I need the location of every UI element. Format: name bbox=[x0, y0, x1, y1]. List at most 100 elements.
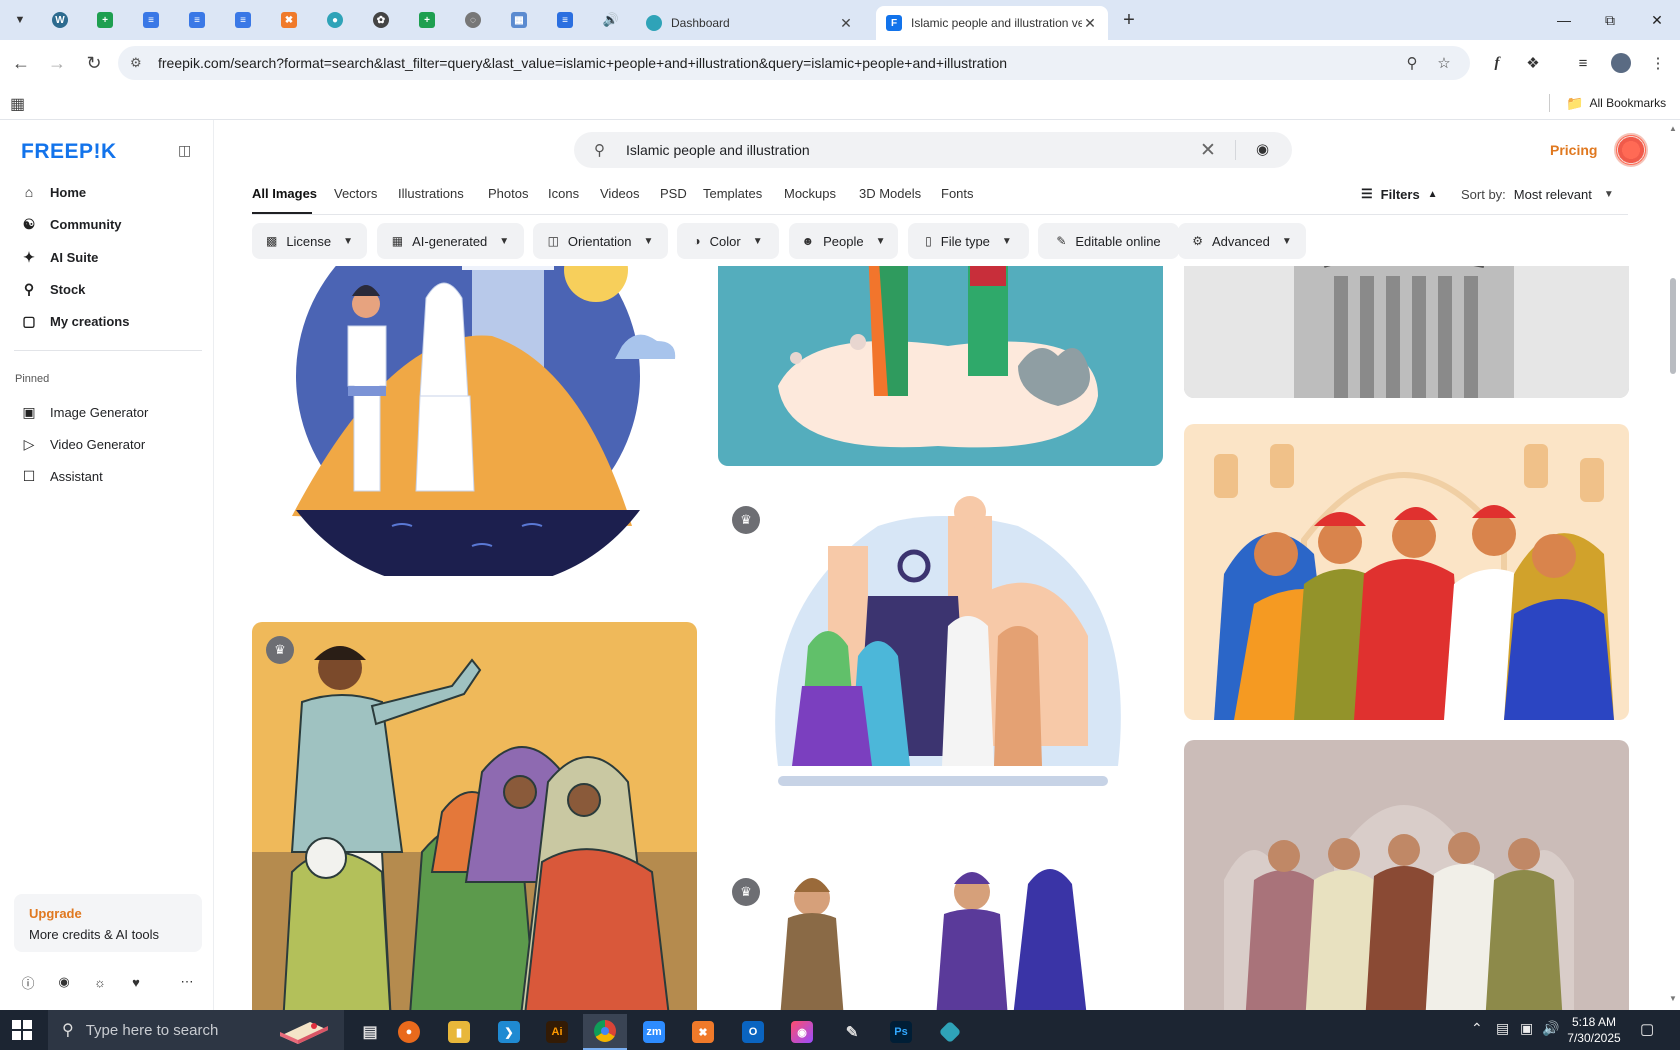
pinned-tab[interactable]: + bbox=[415, 8, 439, 32]
result-card[interactable]: ♛ bbox=[718, 864, 1163, 1010]
pen-tool-icon[interactable]: ✎ bbox=[830, 1014, 874, 1050]
tab-dashboard[interactable]: Dashboard ✕ bbox=[636, 6, 864, 40]
pinned-tab[interactable]: 🔊 bbox=[599, 8, 623, 32]
sidebar-item-ai-suite[interactable]: ✦ AI Suite bbox=[14, 242, 202, 272]
page-scrollbar[interactable]: ▲ ▼ bbox=[1666, 120, 1680, 1010]
xampp-app-icon[interactable]: ✖ bbox=[681, 1014, 725, 1050]
tab-mockups[interactable]: Mockups bbox=[784, 186, 836, 201]
freepik-logo[interactable]: FREEP!K bbox=[21, 140, 117, 164]
pinned-tab[interactable]: ● bbox=[323, 8, 347, 32]
tab-icons[interactable]: Icons bbox=[548, 186, 579, 201]
pinned-tab[interactable]: ≡ bbox=[185, 8, 209, 32]
reload-button[interactable]: ↻ bbox=[81, 50, 107, 76]
user-avatar[interactable] bbox=[1614, 133, 1648, 167]
sort-dropdown[interactable]: Sort by: Most relevant ▼ bbox=[1461, 187, 1614, 202]
sidebar-item-video-generator[interactable]: ▷ Video Generator bbox=[14, 429, 202, 459]
zoom-icon[interactable]: ⚲ bbox=[1400, 51, 1424, 75]
result-card[interactable] bbox=[252, 266, 697, 576]
notifications-icon[interactable]: ▢ bbox=[1640, 1020, 1654, 1038]
chip-orientation[interactable]: ◫ Orientation ▼ bbox=[533, 223, 668, 259]
more-options-icon[interactable]: ⋯ bbox=[177, 972, 197, 992]
chip-license[interactable]: ▩ License ▼ bbox=[252, 223, 367, 259]
file-explorer-icon[interactable]: ▮ bbox=[437, 1014, 481, 1050]
reading-list-icon[interactable]: ≡ bbox=[1570, 50, 1596, 76]
tab-fonts[interactable]: Fonts bbox=[941, 186, 974, 201]
pinned-tab[interactable]: ≡ bbox=[139, 8, 163, 32]
address-bar[interactable]: ⚙ freepik.com/search?format=search&last_… bbox=[118, 46, 1470, 80]
sidebar-item-image-generator[interactable]: ▣ Image Generator bbox=[14, 397, 202, 427]
sidebar-item-home[interactable]: ⌂ Home bbox=[14, 177, 202, 207]
tab-vectors[interactable]: Vectors bbox=[334, 186, 377, 201]
task-view-icon[interactable]: ▤ bbox=[348, 1014, 392, 1050]
help-icon[interactable]: ⓘ bbox=[18, 972, 38, 992]
close-icon[interactable]: ✕ bbox=[838, 15, 854, 31]
tab-illustrations[interactable]: Illustrations bbox=[398, 186, 464, 201]
tab-psd[interactable]: PSD bbox=[660, 186, 687, 201]
all-bookmarks-button[interactable]: 📁 All Bookmarks bbox=[1566, 92, 1666, 114]
tray-chevron-up-icon[interactable]: ⌃ bbox=[1471, 1020, 1483, 1037]
chip-advanced[interactable]: ⚙ Advanced ▼ bbox=[1178, 223, 1306, 259]
close-icon[interactable]: ✕ bbox=[1082, 15, 1098, 31]
camera-search-icon[interactable]: ◉ bbox=[1256, 140, 1269, 158]
result-card[interactable] bbox=[1184, 740, 1629, 1010]
search-bar[interactable]: ⚲ Islamic people and illustration ✕ ◉ bbox=[574, 132, 1292, 168]
filters-button[interactable]: ☰ Filters ▲ bbox=[1361, 186, 1438, 202]
notifications-bell-icon[interactable]: ♥ bbox=[126, 972, 146, 992]
tray-app-icon[interactable]: ▤ bbox=[1496, 1020, 1509, 1037]
discord-icon[interactable]: ◉ bbox=[54, 972, 74, 992]
pinned-tab[interactable]: ≡ bbox=[231, 8, 255, 32]
scroll-up-arrow-icon[interactable]: ▲ bbox=[1669, 124, 1677, 133]
apps-grid-icon[interactable]: ▦ bbox=[10, 94, 28, 113]
sidebar-item-community[interactable]: ☯ Community bbox=[14, 209, 202, 239]
vscode-icon[interactable]: ❯ bbox=[487, 1014, 531, 1050]
clear-search-icon[interactable]: ✕ bbox=[1200, 139, 1216, 162]
zoom-app-icon[interactable]: zm bbox=[632, 1014, 676, 1050]
outlook-icon[interactable]: O bbox=[731, 1014, 775, 1050]
tab-videos[interactable]: Videos bbox=[600, 186, 640, 201]
sidebar-item-assistant[interactable]: ☐ Assistant bbox=[14, 461, 202, 491]
app-shortcut-icon[interactable] bbox=[928, 1014, 972, 1050]
chip-ai-generated[interactable]: ▦ AI-generated ▼ bbox=[377, 223, 524, 259]
illustrator-icon[interactable]: Ai bbox=[535, 1014, 579, 1050]
sidebar-item-stock[interactable]: ⚲ Stock bbox=[14, 274, 202, 304]
upgrade-card[interactable]: Upgrade More credits & AI tools bbox=[14, 894, 202, 952]
extension-icon[interactable]: f bbox=[1484, 50, 1510, 76]
close-window-button[interactable]: ✕ bbox=[1634, 0, 1680, 40]
pricing-link[interactable]: Pricing bbox=[1550, 142, 1597, 158]
firefox-icon[interactable]: ● bbox=[387, 1014, 431, 1050]
scroll-down-arrow-icon[interactable]: ▼ bbox=[1669, 994, 1677, 1003]
result-card[interactable] bbox=[1184, 424, 1629, 720]
chip-people[interactable]: ☻ People ▼ bbox=[789, 223, 898, 259]
windows-start-icon[interactable] bbox=[12, 1020, 32, 1040]
tab-templates[interactable]: Templates bbox=[703, 186, 762, 201]
pinned-tab[interactable]: ✿ bbox=[369, 8, 393, 32]
tab-3d-models[interactable]: 3D Models bbox=[859, 186, 921, 201]
sidebar-collapse-icon[interactable]: ◫ bbox=[178, 142, 196, 160]
result-card[interactable]: ♛ bbox=[718, 486, 1163, 816]
forward-button[interactable]: → bbox=[44, 50, 70, 76]
scrollbar-thumb[interactable] bbox=[1670, 278, 1676, 374]
photoshop-icon[interactable]: Ps bbox=[879, 1014, 923, 1050]
tab-search-icon[interactable]: ▼ bbox=[8, 8, 32, 32]
minimize-button[interactable]: — bbox=[1541, 0, 1587, 40]
bookmark-star-icon[interactable]: ☆ bbox=[1432, 51, 1456, 75]
search-input[interactable]: Islamic people and illustration bbox=[626, 142, 810, 158]
chip-editable-online[interactable]: ✎ Editable online bbox=[1038, 223, 1179, 259]
site-info-icon[interactable]: ⚙ bbox=[130, 55, 146, 71]
creative-cloud-icon[interactable]: ◉ bbox=[780, 1014, 824, 1050]
pinned-tab[interactable]: ◌ bbox=[461, 8, 485, 32]
network-icon[interactable]: ▣ bbox=[1520, 1020, 1533, 1037]
result-card[interactable] bbox=[718, 266, 1163, 466]
back-button[interactable]: ← bbox=[8, 50, 34, 76]
chip-color[interactable]: ◑ Color ▼ bbox=[677, 223, 779, 259]
new-tab-button[interactable]: + bbox=[1117, 8, 1141, 32]
tab-photos[interactable]: Photos bbox=[488, 186, 528, 201]
pinned-tab[interactable]: ▦ bbox=[507, 8, 531, 32]
taskbar-search-box[interactable]: ⚲ Type here to search bbox=[48, 1010, 344, 1050]
profile-avatar[interactable] bbox=[1608, 50, 1634, 76]
taskbar-clock[interactable]: 5:18 AM 7/30/2025 bbox=[1556, 1014, 1632, 1046]
chrome-icon[interactable] bbox=[583, 1014, 627, 1050]
tab-all-images[interactable]: All Images bbox=[252, 186, 317, 201]
extensions-puzzle-icon[interactable]: ❖ bbox=[1520, 50, 1546, 76]
result-card[interactable] bbox=[1184, 266, 1629, 398]
